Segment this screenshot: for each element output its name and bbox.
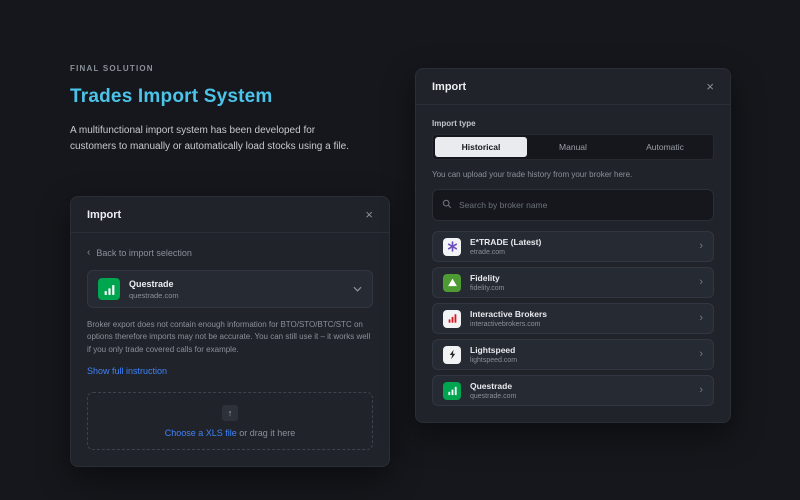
search-icon xyxy=(442,196,452,214)
eyebrow-label: FINAL SOLUTION xyxy=(70,64,154,73)
selected-broker-domain: questrade.com xyxy=(129,290,179,300)
selected-broker-name: Questrade xyxy=(129,278,174,289)
broker-select-dropdown[interactable]: Questrade questrade.com xyxy=(87,270,373,308)
tab-manual[interactable]: Manual xyxy=(527,137,619,157)
broker-domain: fidelity.com xyxy=(470,285,505,292)
broker-row-lightspeed[interactable]: Lightspeed lightspeed.com › xyxy=(432,339,714,370)
search-input[interactable] xyxy=(459,200,704,210)
chevron-right-icon: › xyxy=(699,312,703,324)
chevron-right-icon: › xyxy=(699,348,703,360)
dropzone-label: Choose a XLS file or drag it here xyxy=(165,428,296,438)
page-description: A multifunctional import system has been… xyxy=(70,125,350,152)
modal-title: Import xyxy=(432,80,467,93)
modal-body: Import type Historical Manual Automatic … xyxy=(416,105,730,422)
hero-section: FINAL SOLUTION Trades Import System A mu… xyxy=(70,64,380,154)
modal-header: Import × xyxy=(416,69,730,105)
tab-historical[interactable]: Historical xyxy=(435,137,527,157)
import-file-modal: Import × ‹ Back to import selection Ques… xyxy=(70,196,390,468)
broker-domain: interactivebrokers.com xyxy=(470,321,541,328)
dropzone-hint: or drag it here xyxy=(239,427,296,438)
interactive-brokers-logo-icon xyxy=(443,309,461,328)
broker-name: E*TRADE (Latest) xyxy=(470,237,542,247)
broker-name: Lightspeed xyxy=(470,345,516,355)
back-link-label: Back to import selection xyxy=(96,247,192,258)
modal-header: Import × xyxy=(71,197,389,233)
broker-list: E*TRADE (Latest) etrade.com › Fidelity f… xyxy=(432,231,714,406)
broker-domain: etrade.com xyxy=(470,249,506,256)
fidelity-logo-icon xyxy=(443,273,461,292)
etrade-logo-icon xyxy=(443,237,461,256)
questrade-logo-icon xyxy=(98,278,120,300)
close-icon[interactable]: × xyxy=(365,208,373,221)
broker-domain: questrade.com xyxy=(470,393,517,400)
tab-automatic[interactable]: Automatic xyxy=(619,137,711,157)
broker-name: Questrade xyxy=(470,381,513,391)
broker-export-warning: Broker export does not contain enough in… xyxy=(87,320,371,354)
chevron-down-icon xyxy=(353,286,362,292)
chevron-left-icon: ‹ xyxy=(87,247,91,258)
lightspeed-logo-icon xyxy=(443,345,461,364)
broker-row-etrade[interactable]: E*TRADE (Latest) etrade.com › xyxy=(432,231,714,262)
file-dropzone[interactable]: ↑ Choose a XLS file or drag it here xyxy=(87,392,373,451)
show-full-instruction-link[interactable]: Show full instruction xyxy=(87,366,167,376)
chevron-right-icon: › xyxy=(699,276,703,288)
close-icon[interactable]: × xyxy=(706,80,714,93)
back-to-import-selection-link[interactable]: ‹ Back to import selection xyxy=(87,247,373,258)
broker-search[interactable] xyxy=(432,189,714,221)
broker-name: Interactive Brokers xyxy=(470,309,548,319)
choose-file-link[interactable]: Choose a XLS file xyxy=(165,428,237,438)
page-title: Trades Import System xyxy=(70,86,273,107)
broker-row-interactive-brokers[interactable]: Interactive Brokers interactivebrokers.c… xyxy=(432,303,714,334)
chevron-right-icon: › xyxy=(699,240,703,252)
questrade-logo-icon xyxy=(443,381,461,400)
import-type-tabs: Historical Manual Automatic xyxy=(432,134,714,160)
upload-icon: ↑ xyxy=(222,404,238,421)
broker-domain: lightspeed.com xyxy=(470,357,518,364)
broker-row-questrade[interactable]: Questrade questrade.com › xyxy=(432,375,714,406)
broker-row-fidelity[interactable]: Fidelity fidelity.com › xyxy=(432,267,714,298)
chevron-right-icon: › xyxy=(699,384,703,396)
broker-name: Fidelity xyxy=(470,273,500,283)
modal-title: Import xyxy=(87,208,122,221)
upload-history-caption: You can upload your trade history from y… xyxy=(432,170,633,179)
modal-body: ‹ Back to import selection Questrade que… xyxy=(71,233,389,466)
import-type-label: Import type xyxy=(432,119,476,128)
import-broker-modal: Import × Import type Historical Manual A… xyxy=(415,68,731,423)
